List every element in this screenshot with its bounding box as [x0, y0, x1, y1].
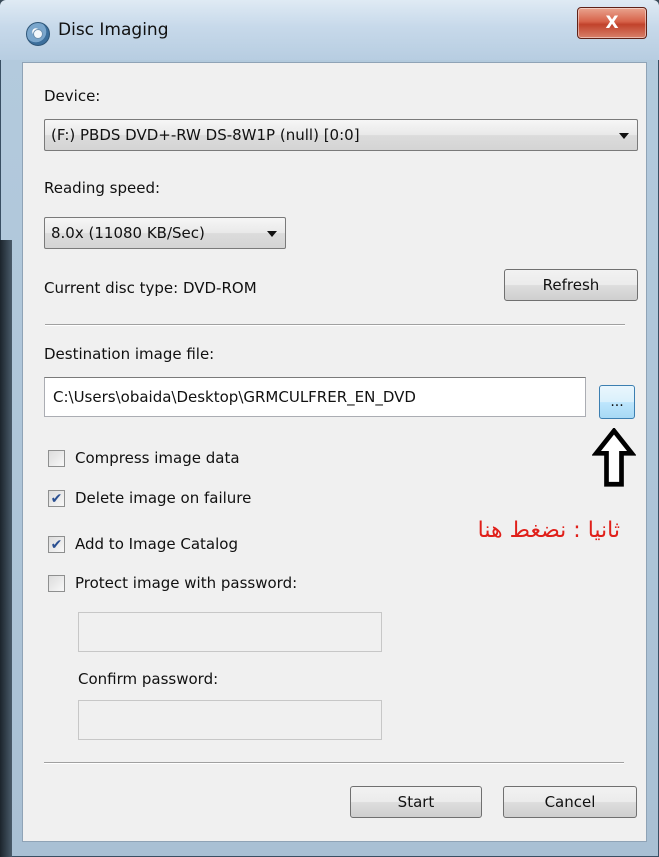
close-icon: X: [605, 13, 619, 33]
add-to-catalog-checkbox[interactable]: ✔: [48, 536, 65, 553]
window-shadow-edge: [0, 240, 12, 857]
cancel-button[interactable]: Cancel: [503, 786, 637, 818]
annotation-text: ثانيا : نضغط هنا: [477, 518, 620, 543]
refresh-button[interactable]: Refresh: [504, 269, 638, 301]
reading-speed-value: 8.0x (11080 KB/Sec): [51, 224, 205, 242]
cancel-button-label: Cancel: [544, 793, 596, 811]
device-select-value: (F:) PBDS DVD+-RW DS-8W1P (null) [0:0]: [51, 126, 360, 144]
check-icon: ✔: [50, 490, 63, 507]
check-icon: ✔: [50, 536, 63, 553]
title-bar[interactable]: Disc Imaging X: [0, 0, 659, 60]
up-arrow-icon: [592, 428, 636, 487]
reading-speed-label: Reading speed:: [44, 179, 161, 197]
destination-path-input[interactable]: C:\Users\obaida\Desktop\GRMCULFRER_EN_DV…: [44, 377, 586, 417]
confirm-password-label: Confirm password:: [78, 670, 219, 688]
delete-on-failure-label: Delete image on failure: [75, 489, 252, 507]
browse-button-label: ...: [610, 394, 624, 410]
confirm-password-input[interactable]: [78, 700, 382, 740]
protect-password-label: Protect image with password:: [75, 574, 298, 592]
reading-speed-select[interactable]: 8.0x (11080 KB/Sec): [44, 217, 286, 249]
chevron-down-icon: [267, 231, 277, 237]
start-button-label: Start: [397, 793, 435, 811]
close-button[interactable]: X: [577, 7, 647, 39]
current-disc-type: Current disc type: DVD-ROM: [44, 279, 257, 297]
compress-checkbox[interactable]: [48, 450, 65, 467]
disc-imaging-icon: [26, 22, 50, 46]
protect-password-checkbox[interactable]: [48, 575, 65, 592]
separator-top: [45, 324, 625, 326]
delete-on-failure-checkbox[interactable]: ✔: [48, 490, 65, 507]
start-button[interactable]: Start: [350, 786, 482, 818]
password-input[interactable]: [78, 612, 382, 652]
separator-bottom: [44, 762, 624, 764]
browse-button[interactable]: ...: [599, 385, 635, 419]
destination-label: Destination image file:: [44, 345, 215, 363]
chevron-down-icon: [619, 133, 629, 139]
refresh-button-label: Refresh: [542, 276, 600, 294]
device-label: Device:: [44, 87, 101, 105]
add-to-catalog-label: Add to Image Catalog: [75, 535, 238, 553]
window-title: Disc Imaging: [58, 20, 169, 40]
compress-label: Compress image data: [75, 449, 240, 467]
device-select[interactable]: (F:) PBDS DVD+-RW DS-8W1P (null) [0:0]: [44, 119, 638, 151]
destination-path-value: C:\Users\obaida\Desktop\GRMCULFRER_EN_DV…: [53, 388, 416, 406]
